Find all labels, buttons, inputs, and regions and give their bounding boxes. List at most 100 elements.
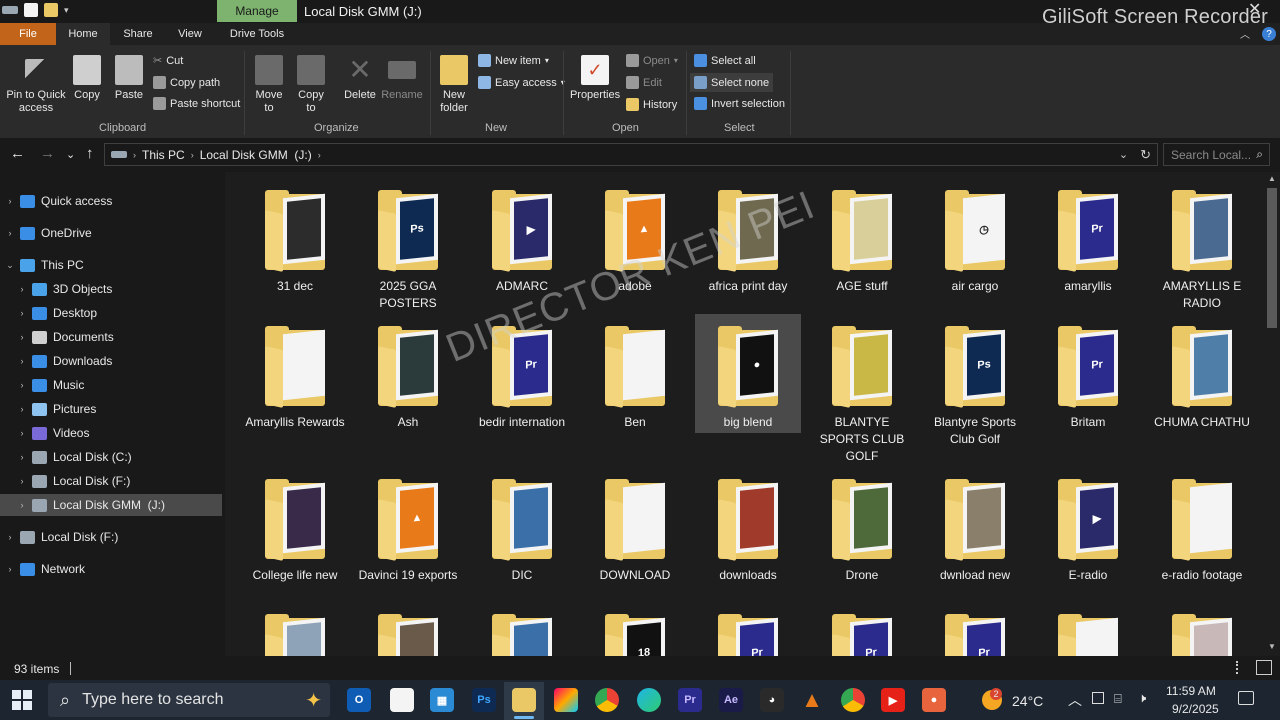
nav-item[interactable]: › Local Disk GMM (J:)	[0, 494, 222, 516]
nav-item[interactable]: › Quick access	[0, 190, 222, 212]
expand-chevron-icon[interactable]: ›	[16, 284, 28, 294]
nav-item[interactable]: › Pictures	[0, 398, 222, 420]
new-item-button[interactable]: New item ▾	[478, 54, 549, 67]
nav-item[interactable]: › Desktop	[0, 302, 222, 324]
expand-chevron-icon[interactable]: ›	[16, 476, 28, 486]
folder-item[interactable]: 31 dec	[242, 188, 348, 295]
folder-item[interactable]: ● big blend	[695, 314, 801, 433]
address-bar[interactable]: › This PC › Local Disk GMM (J:) › ⌄ ↻	[104, 143, 1158, 166]
folder-item[interactable]: ◷ air cargo	[922, 188, 1028, 295]
new-folder-icon[interactable]	[44, 3, 58, 17]
tab-home[interactable]: Home	[56, 23, 110, 45]
invert-selection-button[interactable]: Invert selection	[694, 97, 785, 110]
pin-quick-access-button[interactable]: Pin to Quick access	[6, 55, 66, 115]
new-folder-button[interactable]: New folder	[436, 55, 472, 115]
folder-item[interactable]: Pr	[695, 612, 801, 656]
edit-button[interactable]: Edit	[626, 76, 662, 89]
expand-chevron-icon[interactable]: ›	[16, 332, 28, 342]
folder-item[interactable]: 18	[582, 612, 688, 656]
refresh-icon[interactable]: ↻	[1134, 147, 1157, 163]
folder-item[interactable]	[1149, 612, 1255, 656]
folder-item[interactable]: DIC	[469, 477, 575, 584]
folder-item[interactable]: Pr bedir internation	[469, 324, 575, 431]
taskbar-search-input[interactable]: ⌕ Type here to search ✦	[48, 683, 330, 717]
qat-dropdown-icon[interactable]: ▾	[64, 5, 69, 16]
copy-to-button[interactable]: Copy to	[294, 55, 328, 115]
tab-view[interactable]: View	[166, 23, 214, 45]
recent-locations-icon[interactable]: ⌄	[66, 148, 75, 161]
folder-item[interactable]: College life new	[242, 477, 348, 584]
folder-item[interactable]: ▶ ADMARC	[469, 188, 575, 295]
close-icon[interactable]: ✕	[1248, 0, 1261, 19]
notepad-icon[interactable]	[390, 688, 414, 712]
details-view-icon[interactable]	[1236, 661, 1248, 674]
copy-button[interactable]: Copy	[70, 55, 104, 102]
nav-item[interactable]: › Videos	[0, 422, 222, 444]
folder-item[interactable]: Ash	[355, 324, 461, 431]
nav-item[interactable]: › Local Disk (F:)	[0, 526, 222, 548]
nav-item[interactable]: › 3D Objects	[0, 278, 222, 300]
paste-shortcut-button[interactable]: Paste shortcut	[153, 97, 240, 110]
temperature[interactable]: 24°C	[1012, 693, 1043, 709]
show-hidden-icons-icon[interactable]: ︿	[1068, 690, 1082, 710]
folder-item[interactable]: Pr amaryllis	[1035, 188, 1141, 295]
nav-item[interactable]: ⌄ This PC	[0, 254, 222, 276]
expand-chevron-icon[interactable]: ›	[16, 452, 28, 462]
manage-contextual-tab[interactable]: Manage	[217, 0, 297, 22]
folder-item[interactable]: downloads	[695, 477, 801, 584]
folder-item[interactable]: AGE stuff	[809, 188, 915, 295]
chrome-icon[interactable]	[595, 688, 619, 712]
expand-chevron-icon[interactable]: ›	[16, 308, 28, 318]
collapse-ribbon-icon[interactable]: ︿	[1240, 26, 1250, 41]
expand-chevron-icon[interactable]: ›	[4, 228, 16, 238]
folder-item[interactable]	[355, 612, 461, 656]
open-button[interactable]: Open ▾	[626, 54, 678, 67]
breadcrumb-this-pc[interactable]: This PC	[142, 148, 185, 162]
davinci-resolve-icon[interactable]: ◕	[760, 688, 784, 712]
large-icons-view-icon[interactable]	[1256, 660, 1272, 675]
history-button[interactable]: History	[626, 98, 677, 111]
expand-chevron-icon[interactable]: ›	[16, 380, 28, 390]
folder-item[interactable]: Pr	[922, 612, 1028, 656]
scroll-down-icon[interactable]: ▼	[1268, 642, 1276, 651]
youtube-icon[interactable]: ▶	[881, 688, 905, 712]
expand-chevron-icon[interactable]: ›	[16, 404, 28, 414]
network-icon[interactable]: ⌸	[1114, 691, 1122, 707]
after-effects-icon[interactable]: Ae	[719, 688, 743, 712]
edge-icon[interactable]	[637, 688, 661, 712]
file-explorer-icon[interactable]	[512, 688, 536, 712]
premiere-icon[interactable]: Pr	[678, 688, 702, 712]
paste-button[interactable]: Paste	[112, 55, 146, 102]
store-icon[interactable]: ▦	[430, 688, 454, 712]
delete-button[interactable]: ✕ Delete	[340, 55, 380, 102]
address-dropdown-icon[interactable]: ⌄	[1119, 148, 1128, 161]
folder-item[interactable]: ▶ E-radio	[1035, 477, 1141, 584]
expand-chevron-icon[interactable]: ⌄	[4, 260, 16, 271]
select-all-button[interactable]: Select all	[694, 54, 756, 67]
up-arrow-icon[interactable]: ↑	[86, 145, 94, 162]
back-arrow-icon[interactable]: ←	[10, 145, 25, 162]
properties-check-icon[interactable]	[24, 3, 38, 17]
expand-chevron-icon[interactable]: ›	[16, 428, 28, 438]
clock-time[interactable]: 11:59 AM	[1166, 684, 1216, 698]
outlook-icon[interactable]: O	[347, 688, 371, 712]
drive-icon[interactable]	[2, 6, 18, 14]
nav-item[interactable]: › Documents	[0, 326, 222, 348]
search-input[interactable]: Search Local... ⌕	[1163, 143, 1270, 166]
folder-item[interactable]	[242, 612, 348, 656]
breadcrumb-current-drive[interactable]: Local Disk GMM (J:)	[200, 148, 312, 162]
folder-item[interactable]: Ps 2025 GGA POSTERS	[355, 188, 461, 312]
photoshop-icon[interactable]: Ps	[472, 688, 496, 712]
folder-item[interactable]: Ben	[582, 324, 688, 431]
folder-item[interactable]: dwnload new	[922, 477, 1028, 584]
nav-item[interactable]: › OneDrive	[0, 222, 222, 244]
expand-chevron-icon[interactable]: ›	[4, 196, 16, 206]
expand-chevron-icon[interactable]: ›	[16, 500, 28, 510]
folder-item[interactable]	[469, 612, 575, 656]
vlc-icon[interactable]: ▲	[800, 687, 824, 712]
expand-chevron-icon[interactable]: ›	[4, 564, 16, 574]
folder-item[interactable]: AMARYLLIS E RADIO	[1149, 188, 1255, 312]
cut-button[interactable]: ✂ Cut	[153, 54, 183, 68]
nav-item[interactable]: › Downloads	[0, 350, 222, 372]
folder-item[interactable]: Ps Blantyre Sports Club Golf	[922, 324, 1028, 448]
